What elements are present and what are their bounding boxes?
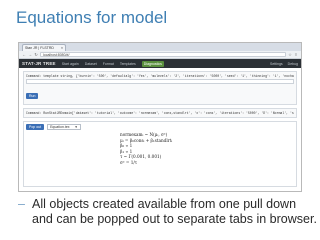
command-text: Command: template string, {'burnin': '50… [26,74,294,78]
chevron-down-icon: ▼ [74,125,78,129]
output-header: Pop out Equation.tex ▼ [24,122,296,132]
command-panel: Command: template string, {'burnin': '50… [23,71,297,105]
star-icon[interactable]: ☆ [288,52,292,58]
bullet-marker: – [18,197,25,211]
output-section: Pop out Equation.tex ▼ normexamᵢ ~ N(μᵢ,… [23,121,297,187]
command-text-2: Command: RunStatJRDomain['dataset': 'tut… [26,111,294,115]
equation-line: σ² = 1/τ [120,159,138,165]
url-input[interactable]: localhost:8080/#/ [40,52,286,57]
browser-tab[interactable]: Stan JR | FLSTRD × [22,44,66,51]
equation-display: normexamᵢ ~ N(μᵢ, σ²) μᵢ = β₀consᵢ + β₁s… [120,132,230,184]
nav-right-group: Settings Debug [270,62,298,66]
back-arrow-icon[interactable]: ← [22,52,26,58]
close-icon[interactable]: × [61,45,63,51]
output-select-value: Equation.tex [50,125,70,129]
nav-dataset[interactable]: Dataset [85,62,97,66]
output-select[interactable]: Equation.tex ▼ [47,124,81,130]
run-button[interactable]: Run [26,93,39,99]
nav-diagnostics[interactable]: Diagnostics [141,60,164,67]
command-input[interactable] [26,79,294,84]
forward-arrow-icon[interactable]: → [28,52,32,58]
command-panel-2: Command: RunStatJRDomain['dataset': 'tut… [23,108,297,118]
browser-tab-bar: Stan JR | FLSTRD × [19,43,301,51]
nav-debug[interactable]: Debug [288,62,298,66]
popout-button[interactable]: Pop out [26,124,45,130]
nav-templates[interactable]: Templates [120,62,136,66]
nav-settings[interactable]: Settings [270,62,283,66]
app-brand: STAT-JR TREE [22,61,56,66]
address-bar: ← → ↻ localhost:8080/#/ ☆ ≡ [19,51,301,59]
browser-tab-label: Stan JR | FLSTRD [25,46,54,50]
menu-icon[interactable]: ≡ [294,52,298,58]
slide-title: Equations for model [16,8,168,27]
nav-format[interactable]: Format [103,62,114,66]
browser-screenshot: Stan JR | FLSTRD × ← → ↻ localhost:8080/… [18,42,302,192]
reload-icon[interactable]: ↻ [34,52,38,58]
bullet-text: All objects created available from one p… [32,197,317,226]
app-navbar: STAT-JR TREE Start again Dataset Format … [19,59,301,68]
nav-start-again[interactable]: Start again [62,62,79,66]
